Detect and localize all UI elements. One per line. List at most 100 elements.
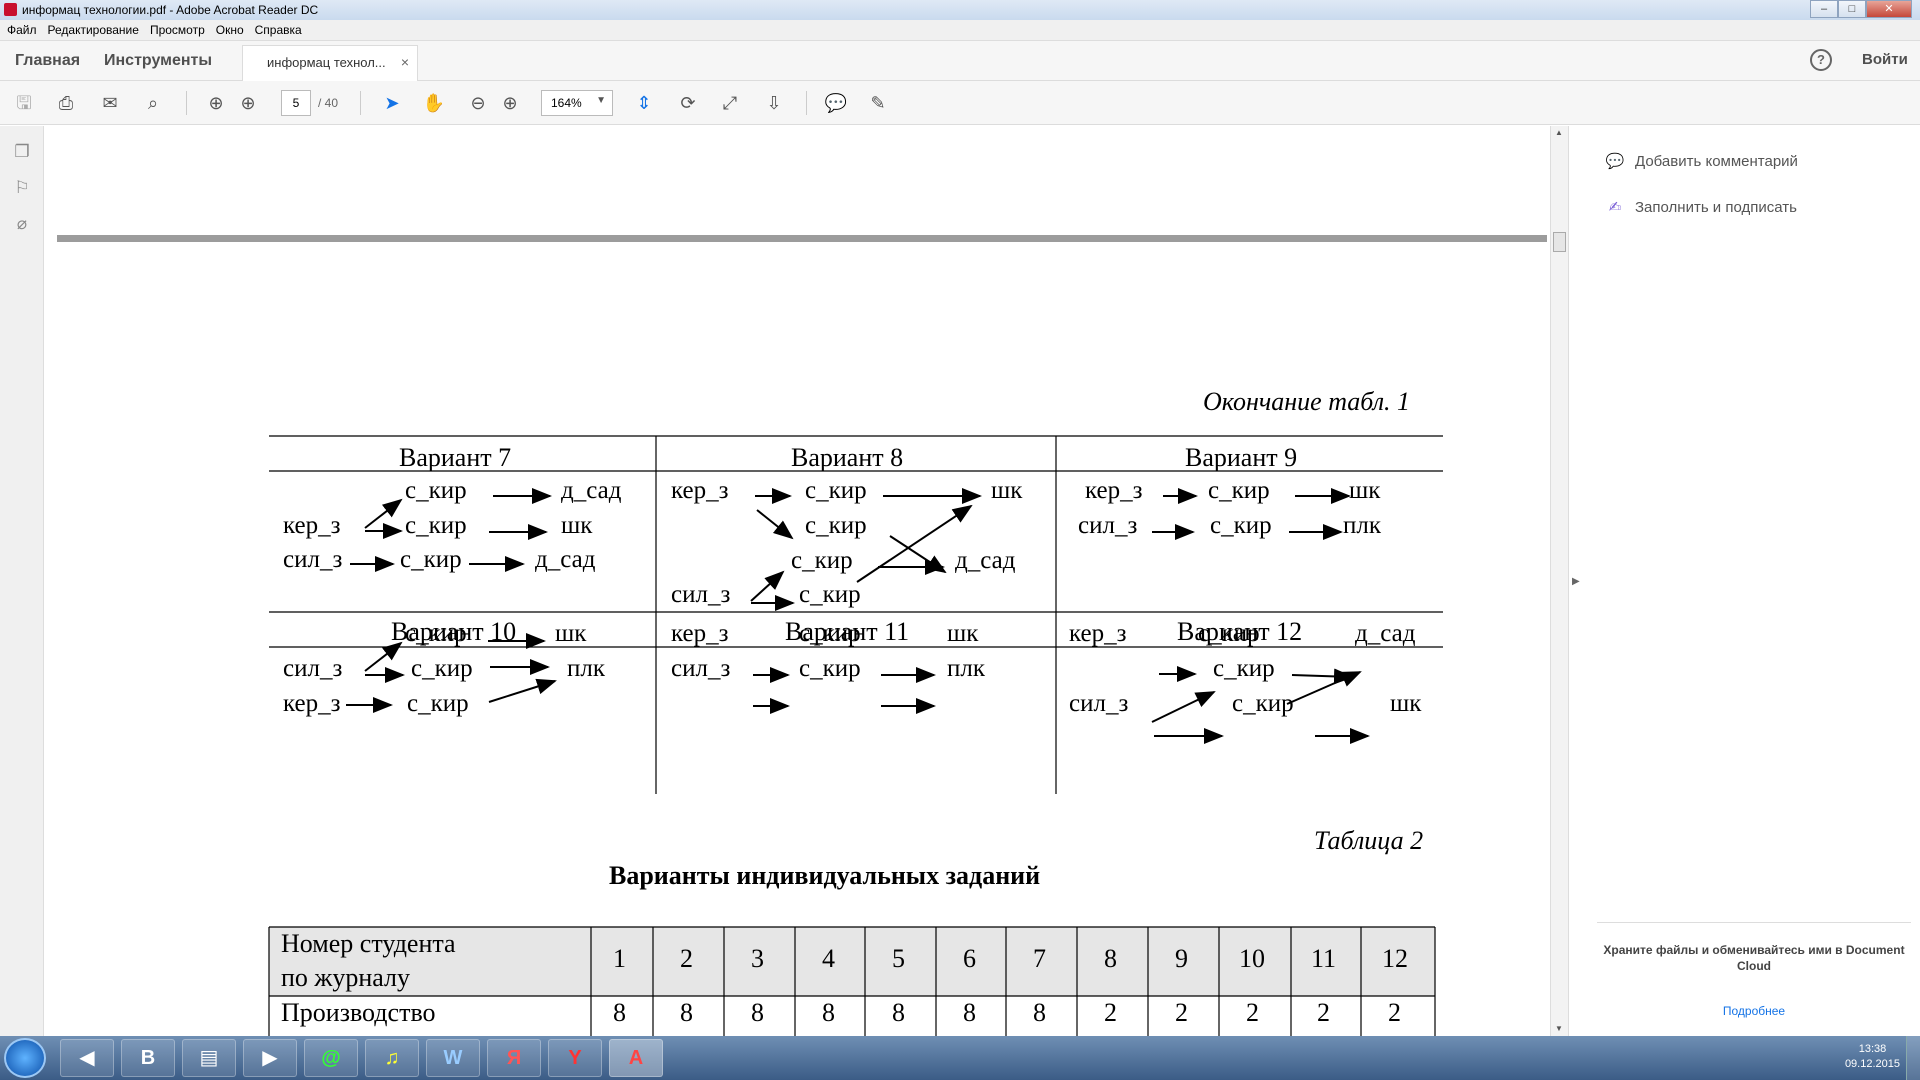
start-button[interactable] (4, 1038, 46, 1078)
table-cell: 8 (892, 998, 905, 1027)
vk-app-icon[interactable]: B (121, 1039, 175, 1077)
tab-close-icon[interactable]: × (401, 54, 409, 70)
yandex-app-icon[interactable]: Я (487, 1039, 541, 1077)
save-icon[interactable]: 🖫 (12, 92, 36, 114)
comment-bubble-icon: 💬 (1605, 153, 1625, 170)
search-icon[interactable]: ⌕ (141, 92, 165, 114)
scroll-up-icon[interactable]: ▲ (1555, 128, 1563, 137)
page-number-input[interactable]: 5 (281, 90, 311, 116)
tab-document-label: информац технол... (267, 55, 386, 70)
close-button[interactable]: ✕ (1866, 0, 1912, 18)
chevron-down-icon: ▼ (596, 95, 606, 106)
document-view[interactable]: Окончание табл. 1 Вариант 7 Вариант 8 Ва… (45, 126, 1550, 1036)
toolbar-divider (186, 91, 187, 115)
sign-icon[interactable]: ✎ (866, 92, 890, 114)
windows-taskbar: ◀ B ▤ ▶ @ ♫ W Я Y A 13:38 09.12.2015 (0, 1036, 1920, 1080)
full-screen-icon[interactable]: ⤢ (718, 92, 742, 114)
toolbar-divider (806, 91, 807, 115)
media-app-icon[interactable]: ◀ (60, 1039, 114, 1077)
bookmark-icon[interactable]: ⚐ (12, 178, 32, 200)
zoom-value: 164% (551, 96, 582, 110)
table-2-header-line1: Номер студента (281, 929, 456, 958)
vertical-scrollbar[interactable]: ▲ ▼ (1550, 126, 1568, 1036)
table-cell: 8 (751, 998, 764, 1027)
zoom-select[interactable]: 164% ▼ (541, 90, 613, 116)
zoom-out-icon[interactable]: ⊖ (466, 92, 490, 114)
table-cell: 2 (1246, 998, 1259, 1027)
menu-help[interactable]: Справка (255, 23, 302, 37)
right-tools-pane: ▶ 💬 Добавить комментарий ✍ Заполнить и под… (1568, 126, 1920, 1036)
window-title: информац технологии.pdf - Adobe Acrobat … (22, 3, 319, 17)
scrollbar-thumb[interactable] (1553, 232, 1566, 252)
scroll-down-icon[interactable]: ▼ (1555, 1024, 1563, 1033)
clock-time: 13:38 (1858, 1043, 1887, 1055)
comment-icon[interactable]: 💬 (824, 92, 848, 114)
menu-edit[interactable]: Редактирование (48, 23, 139, 37)
tab-home[interactable]: Главная (15, 52, 80, 70)
table-cell: 8 (680, 998, 693, 1027)
table-header-cell: 12 (1382, 944, 1408, 973)
table-header-cell: 7 (1033, 944, 1046, 973)
minimize-button[interactable]: ‒ (1810, 0, 1838, 18)
clock-date: 09.12.2015 (1844, 1058, 1900, 1070)
rotate-icon[interactable]: ⟳ (676, 92, 700, 114)
show-desktop-button[interactable] (1906, 1036, 1920, 1080)
table-header-cell: 3 (751, 944, 764, 973)
hand-tool-icon[interactable]: ✋ (422, 92, 446, 114)
table-header-cell: 4 (822, 944, 835, 973)
tab-document[interactable]: информац технол... × (242, 45, 418, 81)
explorer-app-icon[interactable]: ▤ (182, 1039, 236, 1077)
clock[interactable]: 13:38 09.12.2015 (1845, 1042, 1900, 1072)
prev-page-icon[interactable]: ⊕ (204, 92, 228, 114)
table-header-cell: 10 (1239, 944, 1265, 973)
music-app-icon[interactable]: ♫ (365, 1039, 419, 1077)
menu-window[interactable]: Окно (216, 23, 244, 37)
menu-view[interactable]: Просмотр (150, 23, 205, 37)
yandex-browser-app-icon[interactable]: Y (548, 1039, 602, 1077)
select-tool-icon[interactable]: ➤ (380, 92, 404, 114)
word-app-icon[interactable]: W (426, 1039, 480, 1077)
email-icon[interactable]: ✉ (98, 92, 122, 114)
sign-in-link[interactable]: Войти (1862, 51, 1908, 68)
print-icon[interactable]: ⎙ (54, 92, 78, 114)
fit-page-icon[interactable]: ⇕ (632, 92, 656, 114)
mail-agent-app-icon[interactable]: @ (304, 1039, 358, 1077)
page-total: / 40 (318, 96, 339, 110)
table-header-cell: 1 (613, 944, 626, 973)
tab-tools[interactable]: Инструменты (104, 52, 212, 70)
zoom-in-icon[interactable]: ⊕ (498, 92, 522, 114)
acrobat-taskbar-icon[interactable]: A (609, 1039, 663, 1077)
menu-file[interactable]: Файл (7, 23, 37, 37)
fill-sign-tool[interactable]: ✍ Заполнить и подписать (1603, 198, 1797, 216)
learn-more-link[interactable]: Подробнее (1599, 1004, 1909, 1018)
table-header-cell: 5 (892, 944, 905, 973)
table-cell: 2 (1104, 998, 1117, 1027)
table-header-cell: 2 (680, 944, 693, 973)
document-cloud-promo: Храните файлы и обменивайтесь ими в Docu… (1603, 943, 1905, 973)
acrobat-app-icon (4, 3, 17, 16)
next-page-icon[interactable]: ⊕ (236, 92, 260, 114)
attachment-icon[interactable]: ⌀ (12, 214, 32, 236)
add-comment-tool[interactable]: 💬 Добавить комментарий (1603, 152, 1798, 170)
nav-bar: Главная Инструменты информац технол... ×… (0, 41, 1920, 81)
help-icon[interactable]: ? (1810, 49, 1832, 71)
pages-icon[interactable]: ❐ (12, 142, 32, 164)
media-player-app-icon[interactable]: ▶ (243, 1039, 297, 1077)
pen-sign-icon: ✍ (1608, 199, 1622, 216)
toolbar: 🖫 ⎙ ✉ ⌕ ⊕ ⊕ 5 / 40 ➤ ✋ ⊖ ⊕ 164% ▼ ⇕ ⟳ ⤢ … (0, 81, 1920, 125)
fill-sign-label: Заполнить и подписать (1635, 199, 1797, 216)
table-2-grid (268, 926, 1436, 1036)
collapse-right-pane-icon[interactable]: ▶ (1572, 576, 1580, 587)
maximize-button[interactable]: □ (1838, 0, 1866, 18)
table-2-header-line2: по журналу (281, 963, 411, 992)
table-cell: 2 (1317, 998, 1330, 1027)
table-2-header-cell: Номер студента по журналу (281, 927, 456, 995)
table-header-cell: 6 (963, 944, 976, 973)
scroll-mode-icon[interactable]: ⇩ (762, 92, 786, 114)
table-cell: 8 (822, 998, 835, 1027)
window-titlebar: информац технологии.pdf - Adobe Acrobat … (0, 0, 1920, 20)
table-header-cell: 8 (1104, 944, 1117, 973)
left-navigation-rail: ❐ ⚐ ⌀ ◀ (0, 126, 60, 1036)
table-cell: 2 (1388, 998, 1401, 1027)
table-cell: 8 (613, 998, 626, 1027)
